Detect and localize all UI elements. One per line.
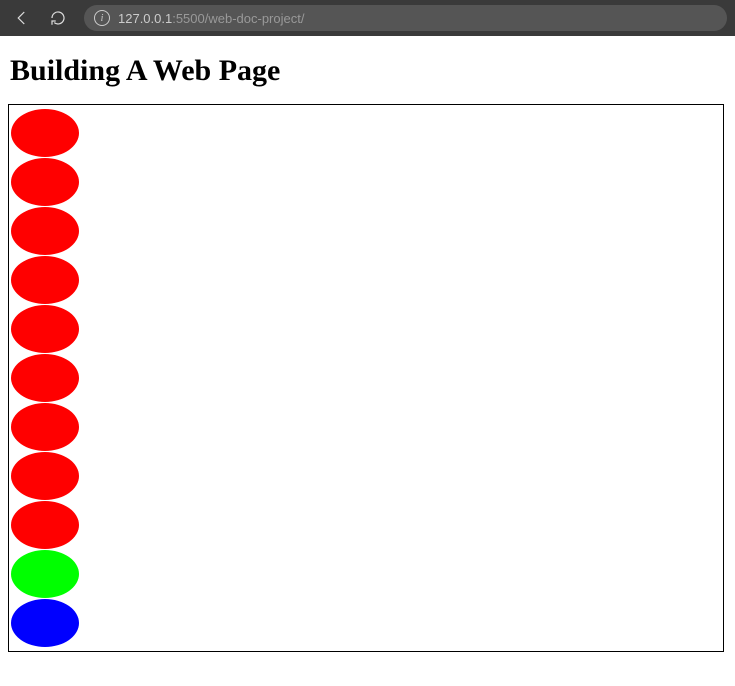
page-title: Building A Web Page bbox=[10, 54, 727, 88]
url-path: :5500/web-doc-project/ bbox=[172, 11, 304, 26]
content-box bbox=[8, 104, 724, 652]
page-content: Building A Web Page bbox=[0, 36, 735, 660]
ellipse-6 bbox=[11, 403, 79, 451]
ellipse-1 bbox=[11, 158, 79, 206]
ellipse-3 bbox=[11, 256, 79, 304]
ellipse-10 bbox=[11, 599, 79, 647]
browser-toolbar: i 127.0.0.1:5500/web-doc-project/ bbox=[0, 0, 735, 36]
ellipse-2 bbox=[11, 207, 79, 255]
address-bar[interactable]: i 127.0.0.1:5500/web-doc-project/ bbox=[84, 5, 727, 31]
back-button[interactable] bbox=[8, 4, 36, 32]
ellipse-5 bbox=[11, 354, 79, 402]
arrow-left-icon bbox=[13, 9, 31, 27]
ellipse-7 bbox=[11, 452, 79, 500]
ellipse-4 bbox=[11, 305, 79, 353]
ellipse-0 bbox=[11, 109, 79, 157]
ellipse-9 bbox=[11, 550, 79, 598]
page-viewport: Building A Web Page bbox=[0, 36, 735, 686]
info-icon: i bbox=[94, 10, 110, 26]
url-text: 127.0.0.1:5500/web-doc-project/ bbox=[118, 11, 304, 26]
reload-icon bbox=[49, 9, 67, 27]
url-host: 127.0.0.1 bbox=[118, 11, 172, 26]
reload-button[interactable] bbox=[44, 4, 72, 32]
ellipse-8 bbox=[11, 501, 79, 549]
